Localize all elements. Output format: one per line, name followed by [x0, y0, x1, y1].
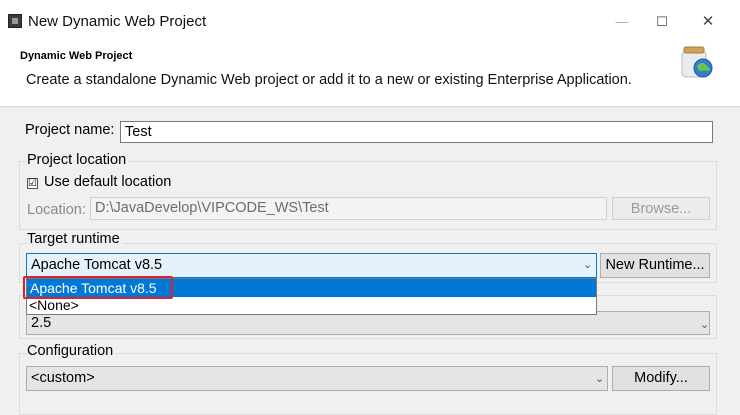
globe-jar-icon: [676, 45, 716, 79]
new-runtime-button[interactable]: New Runtime...: [600, 253, 710, 278]
use-default-location-checkbox[interactable]: ☑: [27, 178, 38, 189]
window-title: New Dynamic Web Project: [28, 13, 207, 30]
chevron-down-icon[interactable]: ⌄: [700, 318, 709, 331]
configuration-legend: Configuration: [27, 343, 116, 359]
eclipse-app-icon: [8, 14, 22, 28]
red-highlight-annotation: [23, 276, 173, 299]
modify-button[interactable]: Modify...: [612, 366, 710, 391]
use-default-location-label[interactable]: Use default location: [44, 174, 171, 190]
wizard-page-title: Dynamic Web Project: [20, 50, 133, 62]
browse-button: Browse...: [612, 197, 710, 220]
project-name-label: Project name:: [25, 122, 115, 138]
close-button[interactable]: ✕: [688, 8, 728, 36]
location-label: Location:: [27, 202, 86, 218]
chevron-down-icon[interactable]: ⌄: [583, 258, 592, 271]
target-runtime-legend: Target runtime: [27, 231, 122, 247]
wizard-page-description: Create a standalone Dynamic Web project …: [26, 72, 632, 88]
configuration-select[interactable]: <custom>: [26, 366, 608, 391]
maximize-button[interactable]: ☐: [642, 8, 682, 36]
project-name-input[interactable]: Test: [120, 121, 713, 143]
chevron-down-icon[interactable]: ⌄: [595, 372, 604, 385]
target-runtime-select[interactable]: Apache Tomcat v8.5: [26, 253, 597, 278]
location-input: D:\JavaDevelop\VIPCODE_WS\Test: [90, 197, 607, 220]
minimize-button[interactable]: —: [602, 8, 642, 36]
project-location-legend: Project location: [27, 152, 129, 168]
dropdown-option-none[interactable]: <None>: [27, 297, 596, 314]
